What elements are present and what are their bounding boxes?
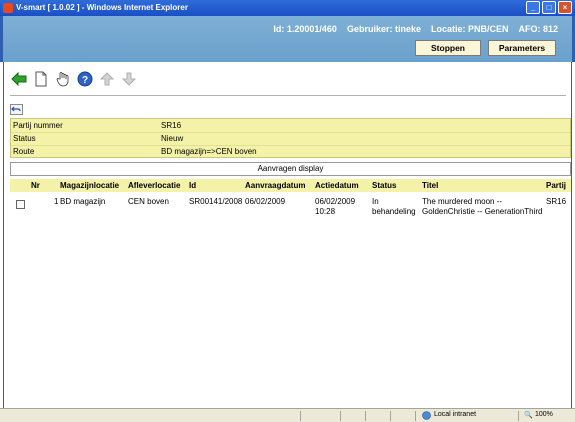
detail-label: Status	[13, 134, 36, 143]
hand-select-icon[interactable]	[54, 70, 72, 88]
session-info: Id: 1.20001/460 Gebruiker: tineke Locati…	[273, 24, 558, 34]
column-header[interactable]: Partij	[546, 181, 566, 190]
cell-status: In behandeling	[372, 197, 416, 217]
window-controls: _ □ ×	[526, 1, 572, 14]
actiedatum-date: 06/02/2009	[315, 197, 356, 206]
stop-button[interactable]: Stoppen	[415, 40, 481, 56]
cell-nr: 1	[54, 197, 59, 206]
column-header[interactable]: Magazijnlocatie	[60, 181, 119, 190]
cell-actiedatum: 06/02/2009 10:28	[315, 197, 355, 217]
column-header[interactable]: Status	[372, 181, 396, 190]
cell-id: SR00141/2008	[189, 197, 243, 206]
column-header[interactable]: Aanvraagdatum	[245, 181, 305, 190]
status-divider	[300, 411, 301, 421]
table-row[interactable]: 1 BD magazijn CEN boven SR00141/2008 06/…	[10, 195, 571, 221]
down-arrow-icon[interactable]	[120, 70, 138, 88]
session-location: Locatie: PNB/CEN	[430, 24, 509, 34]
column-header[interactable]: Nr	[31, 181, 40, 190]
row-checkbox[interactable]	[16, 200, 25, 209]
back-arrow-icon[interactable]	[10, 70, 28, 88]
detail-label: Partij nummer	[13, 121, 63, 130]
detail-row: Partij nummer SR16	[11, 120, 570, 132]
cell-partij: SR16	[546, 197, 567, 206]
column-header[interactable]: Afleverlocatie	[128, 181, 180, 190]
actiedatum-time: 10:28	[315, 207, 336, 216]
zoom-level[interactable]: 100%	[535, 411, 553, 418]
app-icon	[3, 3, 13, 13]
column-header[interactable]: Id	[189, 181, 196, 190]
session-id: Id: 1.20001/460	[273, 24, 337, 34]
main-content: ? Partij nummer SR16 Status Nieuw Route …	[3, 62, 572, 408]
status-divider	[365, 411, 366, 421]
zoom-icon: 🔍	[524, 412, 533, 419]
titel-line2: GoldenChristie -- GenerationThird	[422, 207, 543, 216]
new-document-icon[interactable]	[32, 70, 50, 88]
up-arrow-icon[interactable]	[98, 70, 116, 88]
status-divider	[415, 411, 416, 421]
parameters-button[interactable]: Parameters	[488, 40, 556, 56]
table-header: Nr Magazijnlocatie Afleverlocatie Id Aan…	[10, 179, 571, 192]
close-button[interactable]: ×	[558, 1, 572, 14]
minimize-button[interactable]: _	[526, 1, 540, 14]
panel-title: Aanvragen display	[10, 162, 571, 176]
maximize-button[interactable]: □	[542, 1, 556, 14]
window-titlebar: V-smart [ 1.0.02 ] - Windows Internet Ex…	[0, 0, 575, 16]
detail-value: SR16	[161, 121, 182, 130]
globe-icon	[422, 411, 431, 422]
browser-statusbar: Local intranet 🔍 100%	[0, 408, 575, 422]
app-header: Id: 1.20001/460 Gebruiker: tineke Locati…	[0, 16, 575, 62]
titel-line1: The murdered moon --	[422, 197, 503, 206]
status-divider	[390, 411, 391, 421]
cell-magazijnlocatie: BD magazijn	[60, 197, 106, 206]
column-header[interactable]: Actiedatum	[315, 181, 359, 190]
toolbar-divider	[10, 95, 566, 96]
cell-aanvraagdatum: 06/02/2009	[245, 197, 286, 206]
status-divider	[340, 411, 341, 421]
window-title: V-smart [ 1.0.02 ] - Windows Internet Ex…	[16, 3, 188, 12]
undo-icon[interactable]	[10, 104, 23, 115]
toolbar: ?	[10, 70, 138, 88]
detail-label: Route	[13, 147, 35, 156]
detail-value: Nieuw	[161, 134, 184, 143]
batch-details: Partij nummer SR16 Status Nieuw Route BD…	[10, 118, 571, 158]
session-afo: AFO: 812	[518, 24, 558, 34]
status-divider	[518, 411, 519, 421]
status-line1: In	[372, 197, 379, 206]
column-header[interactable]: Titel	[422, 181, 438, 190]
cell-titel: The murdered moon -- GoldenChristie -- G…	[422, 197, 543, 217]
cell-afleverlocatie: CEN boven	[128, 197, 169, 206]
svg-text:?: ?	[82, 75, 88, 86]
session-user: Gebruiker: tineke	[346, 24, 421, 34]
detail-row: Status Nieuw	[11, 133, 570, 145]
help-icon[interactable]: ?	[76, 70, 94, 88]
status-line2: behandeling	[372, 207, 416, 216]
zone-label: Local intranet	[434, 411, 477, 418]
detail-value: BD magazijn=>CEN boven	[161, 147, 257, 156]
detail-row: Route BD magazijn=>CEN boven	[11, 146, 570, 158]
